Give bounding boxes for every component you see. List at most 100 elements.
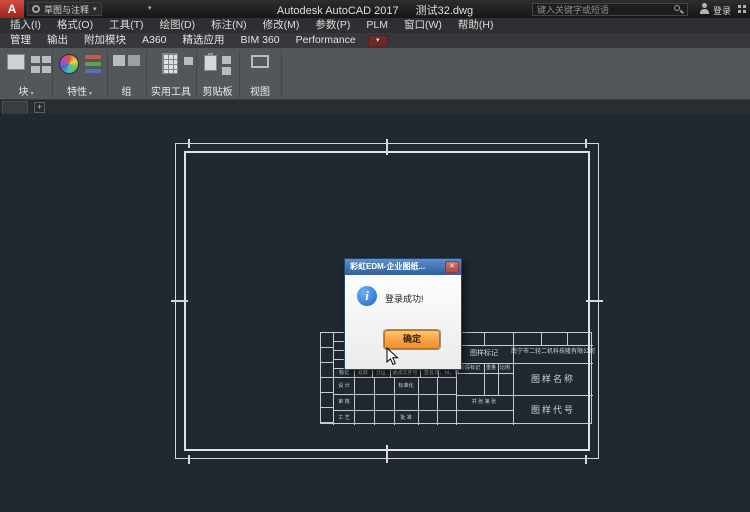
menu-help[interactable]: 帮助(H): [450, 18, 502, 33]
insert-block-icon[interactable]: [7, 54, 25, 70]
tb-header-date: 年、月、日: [434, 370, 459, 376]
tb-standard-label: 标准化: [398, 383, 413, 389]
drawing-area[interactable]: 标记 处数 分区 更改文件号 签名 年、月、日 设 计 审 核 工 艺 标准化 …: [0, 114, 750, 512]
menu-tools[interactable]: 工具(T): [101, 18, 151, 33]
clipboard-notch: [208, 53, 213, 56]
ribbon-options-button[interactable]: ▾: [368, 35, 388, 47]
group-icon[interactable]: [113, 55, 125, 66]
panel-separator: [281, 50, 282, 98]
signin-button[interactable]: 登录: [713, 4, 731, 17]
tab-featured-apps[interactable]: 精选应用: [175, 33, 233, 48]
view-base-icon[interactable]: [251, 55, 269, 68]
tb-drawing-code: 图样代号: [531, 405, 575, 416]
search-icon[interactable]: [673, 4, 685, 15]
user-icon[interactable]: [699, 3, 710, 15]
tab-a360[interactable]: A360: [134, 33, 175, 48]
grid-line: [484, 363, 485, 395]
calculator-icon[interactable]: [162, 53, 178, 74]
center-tick: [171, 300, 188, 302]
corner-tick: [585, 455, 587, 464]
menu-format[interactable]: 格式(O): [49, 18, 101, 33]
ribbon-tab-bar: 管理 输出 附加模块 A360 精选应用 BIM 360 Performance…: [0, 33, 750, 48]
lineweight-strip-icon[interactable]: [85, 69, 101, 73]
color-red-strip-icon[interactable]: [85, 55, 101, 59]
ungroup-icon[interactable]: [128, 55, 140, 66]
document-title: 测试32.dwg: [416, 5, 473, 17]
tb-header-count: 处数: [358, 370, 368, 376]
grid-line: [484, 333, 485, 345]
block-edit-icon[interactable]: [31, 56, 40, 63]
ribbon-panels: 块▾ 特性▾ 组 实用工具 剪贴板: [0, 48, 750, 100]
tab-manage[interactable]: 管理: [2, 33, 39, 48]
panel-block-text: 块: [18, 87, 28, 98]
dialog-body: i 登录成功! 确定: [345, 275, 461, 369]
panel-label-group[interactable]: 组: [107, 86, 146, 99]
grid-line: [541, 333, 542, 345]
tb-approve-label: 批 准: [400, 415, 411, 421]
measure-icon[interactable]: [184, 57, 193, 65]
grid-line: [498, 363, 499, 395]
panel-utilities-text: 实用工具: [151, 87, 191, 98]
menu-modify[interactable]: 修改(M): [255, 18, 308, 33]
info-icon: i: [357, 286, 377, 306]
panel-label-view[interactable]: 视图: [239, 86, 281, 99]
grid-line: [456, 345, 593, 346]
login-result-dialog: 彩虹EDM-企业图纸... ✕ i 登录成功! 确定: [344, 258, 462, 370]
grid-line: [567, 333, 568, 345]
panel-label-properties[interactable]: 特性▾: [52, 86, 107, 99]
panel-label-block[interactable]: 块▾: [0, 86, 52, 99]
grid-line: [456, 363, 593, 364]
new-drawing-tab-button[interactable]: +: [34, 102, 45, 113]
panel-view-text: 视图: [250, 87, 270, 98]
autocad-window: A 草图与注释 ▾ ▾ Autodesk AutoCAD 2017 测试32.d…: [0, 0, 750, 512]
center-tick: [386, 445, 388, 463]
search-handle: [680, 10, 684, 14]
cut-icon[interactable]: [222, 67, 231, 75]
tb-stage-mark: 图样标记: [470, 350, 498, 358]
tab-bim360[interactable]: BIM 360: [233, 33, 288, 48]
corner-tick: [188, 455, 190, 464]
corner-tick: [188, 139, 190, 148]
grid-line: [354, 378, 355, 425]
center-tick: [386, 139, 388, 155]
file-tab[interactable]: [2, 101, 28, 114]
menu-insert[interactable]: 插入(I): [2, 18, 49, 33]
tab-output[interactable]: 输出: [39, 33, 76, 48]
file-tab-bar: +: [0, 100, 750, 114]
tb-review-label: 审 核: [338, 399, 349, 405]
search-input[interactable]: [533, 5, 673, 15]
paste-clipboard-icon[interactable]: [204, 55, 217, 71]
tb-weight-label: 重量: [486, 365, 496, 371]
menu-parametric[interactable]: 参数(P): [307, 18, 358, 33]
tb-stage-label: 阶段标记: [460, 365, 480, 371]
menu-dimension[interactable]: 标注(N): [203, 18, 255, 33]
menu-bar: 插入(I) 格式(O) 工具(T) 绘图(D) 标注(N) 修改(M) 参数(P…: [0, 18, 750, 33]
tb-design-label: 设 计: [338, 383, 349, 389]
menu-draw[interactable]: 绘图(D): [152, 18, 204, 33]
close-icon[interactable]: ✕: [445, 261, 459, 273]
block-sync-icon[interactable]: [42, 66, 51, 73]
block-define-icon[interactable]: [42, 56, 51, 63]
grid-line: [334, 394, 456, 395]
grid-line: [456, 410, 513, 411]
grid-line: [334, 410, 456, 411]
linetype-strip-icon[interactable]: [85, 62, 101, 66]
user-icon-head: [702, 3, 707, 8]
help-search-box: [532, 3, 688, 16]
panel-label-clipboard[interactable]: 剪贴板: [196, 86, 239, 99]
color-wheel-icon[interactable]: [59, 54, 79, 74]
registration-column: [321, 333, 334, 425]
tab-addins[interactable]: 附加模块: [76, 33, 134, 48]
tab-performance[interactable]: Performance: [288, 33, 364, 48]
tb-sheet-label: 共 张 第 张: [472, 399, 496, 405]
tb-header-zone: 分区: [376, 370, 386, 376]
grid-line: [374, 378, 375, 425]
dialog-title: 彩虹EDM-企业图纸...: [345, 259, 461, 275]
tb-process-label: 工 艺: [338, 415, 349, 421]
copy-icon[interactable]: [222, 56, 231, 64]
block-attribute-icon[interactable]: [31, 66, 40, 73]
menu-plm[interactable]: PLM: [358, 18, 396, 33]
apps-grid-icon[interactable]: [738, 5, 741, 8]
menu-window[interactable]: 窗口(W): [396, 18, 450, 33]
panel-label-utilities[interactable]: 实用工具: [146, 86, 196, 99]
